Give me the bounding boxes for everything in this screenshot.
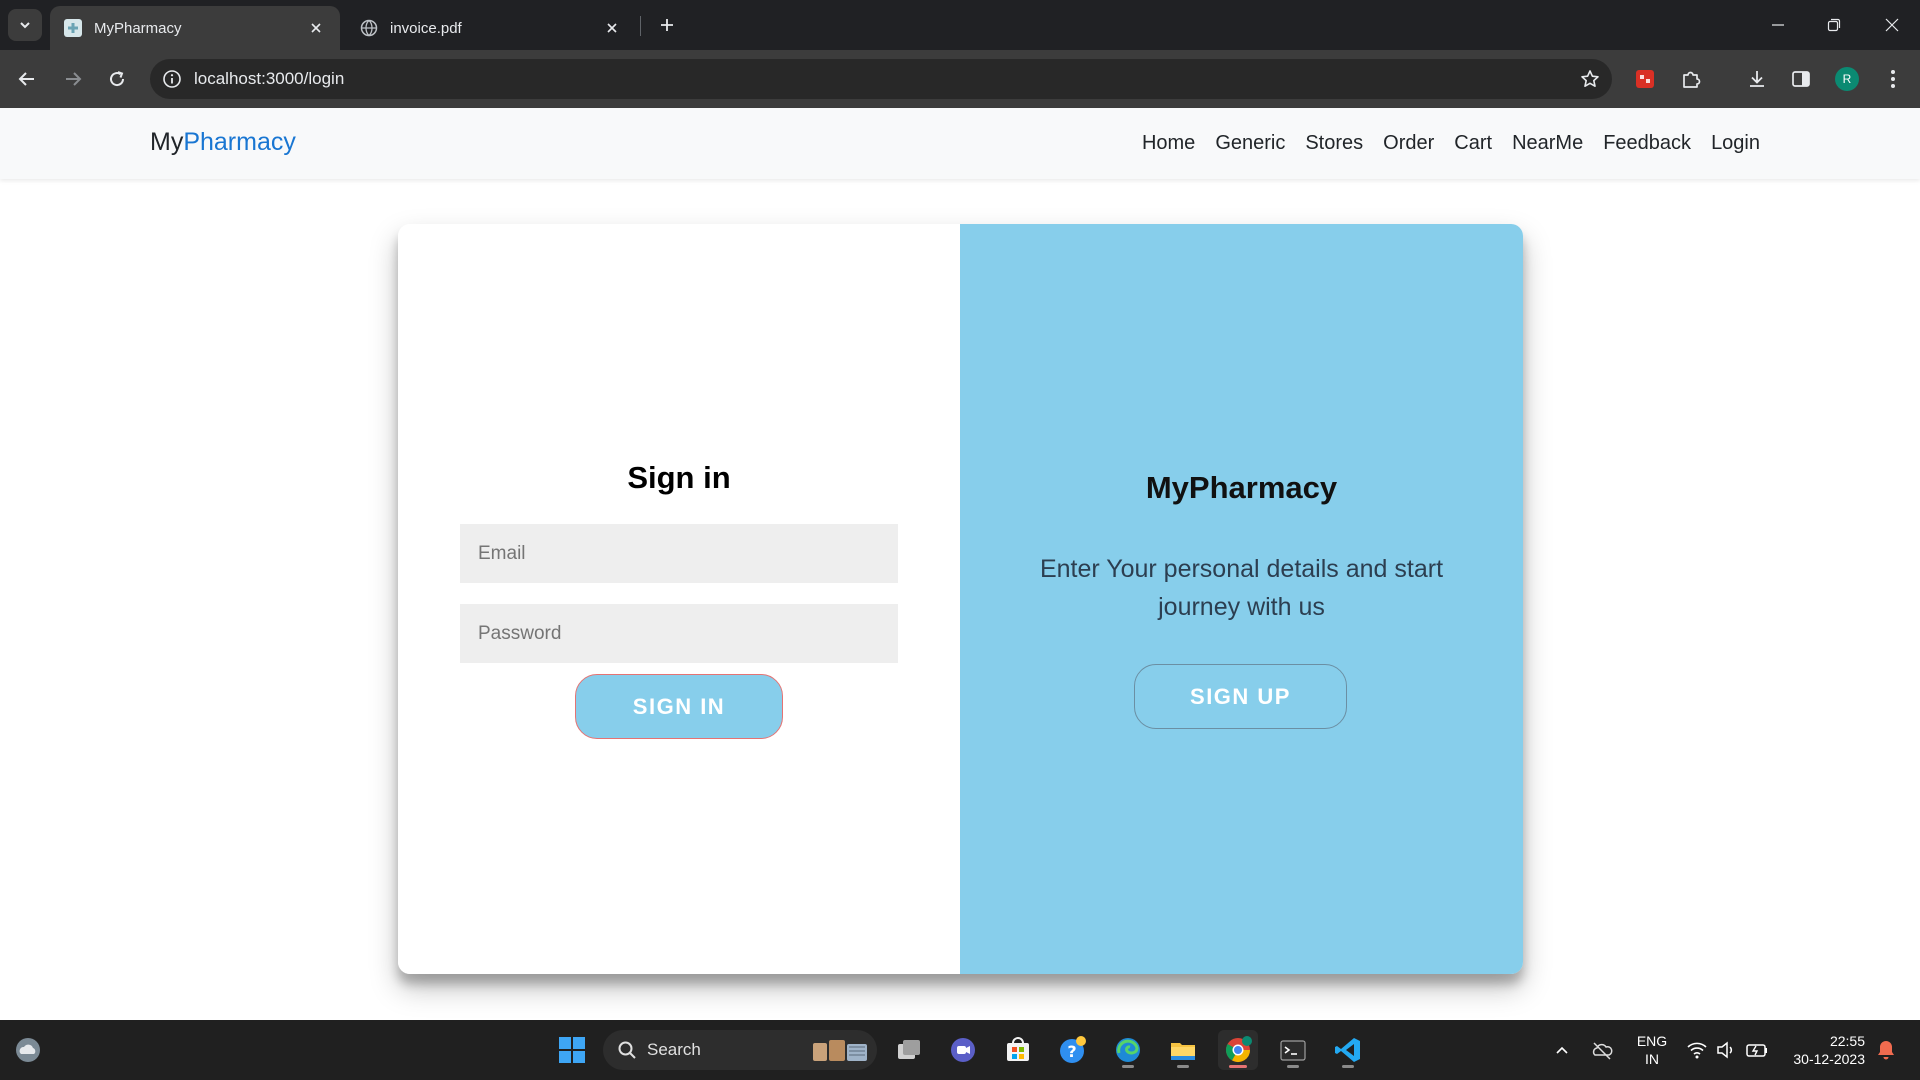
nav-home[interactable]: Home (1142, 132, 1195, 155)
side-panel-icon[interactable] (1784, 62, 1818, 96)
restore-icon (1827, 18, 1841, 32)
edge-browser-icon[interactable] (1108, 1030, 1148, 1070)
running-indicator (1342, 1065, 1354, 1068)
chrome-browser-icon[interactable] (1218, 1030, 1258, 1070)
brand-prefix: My (150, 128, 184, 156)
reload-button[interactable] (100, 62, 134, 96)
language-region: IN (1645, 1051, 1659, 1067)
onedrive-off-icon[interactable] (1582, 1030, 1622, 1070)
nav-order[interactable]: Order (1383, 132, 1434, 155)
start-button[interactable] (552, 1030, 592, 1070)
bookmark-star-icon[interactable] (1568, 69, 1612, 89)
svg-text:?: ? (1067, 1042, 1076, 1061)
url-text[interactable]: localhost:3000/login (194, 69, 1568, 89)
tab-divider (640, 16, 641, 36)
weather-widget-icon[interactable] (8, 1030, 48, 1070)
language-code: ENG (1636, 1033, 1668, 1049)
signup-overlay-panel: MyPharmacy Enter Your personal details a… (960, 224, 1523, 974)
site-navbar: MyPharmacy Home Generic Stores Order Car… (0, 108, 1920, 179)
tab-title: MyPharmacy (94, 19, 182, 37)
close-window-button[interactable] (1872, 8, 1912, 42)
task-view-icon[interactable] (889, 1030, 929, 1070)
nav-nearme[interactable]: NearMe (1512, 132, 1583, 155)
close-tab-icon[interactable] (602, 18, 622, 38)
arrow-right-icon (66, 72, 82, 86)
download-icon[interactable] (1740, 62, 1774, 96)
system-clock[interactable]: 22:55 30-12-2023 (1785, 1020, 1865, 1080)
nav-generic[interactable]: Generic (1215, 132, 1285, 155)
browser-menu-icon[interactable] (1876, 62, 1910, 96)
address-bar[interactable]: localhost:3000/login (150, 59, 1612, 99)
signin-button[interactable]: SIGN IN (575, 674, 783, 739)
tab-title: invoice.pdf (390, 19, 462, 37)
running-indicator (1287, 1065, 1299, 1068)
chevron-down-icon (20, 22, 30, 29)
close-icon (1885, 18, 1899, 32)
extension-puzzle-red-icon[interactable] (1628, 62, 1662, 96)
language-indicator[interactable]: ENG IN (1632, 1020, 1672, 1080)
battery-icon[interactable] (1737, 1030, 1777, 1070)
browser-tab-bar: MyPharmacy invoice.pdf (0, 0, 1920, 50)
back-button[interactable] (10, 62, 44, 96)
new-tab-button[interactable] (652, 10, 682, 40)
signin-title: Sign in (627, 460, 731, 495)
nav-links: Home Generic Stores Order Cart NearMe Fe… (1142, 132, 1760, 155)
plus-icon (661, 19, 673, 31)
site-brand-logo[interactable]: MyPharmacy (150, 128, 296, 157)
profile-initial: R (1835, 67, 1859, 91)
signup-button[interactable]: SIGN UP (1134, 664, 1347, 729)
profile-avatar[interactable]: R (1830, 62, 1864, 96)
overlay-description: Enter Your personal details and start jo… (1039, 555, 1444, 621)
running-indicator (1177, 1065, 1189, 1068)
arrow-left-icon (18, 72, 34, 86)
taskbar-search-box[interactable]: Search (603, 1030, 877, 1070)
password-field[interactable] (460, 604, 898, 663)
search-highlight-icon (813, 1040, 867, 1061)
nav-stores[interactable]: Stores (1305, 132, 1363, 155)
email-field[interactable] (460, 524, 898, 583)
tab-invoice[interactable]: invoice.pdf (346, 6, 636, 50)
browser-toolbar: localhost:3000/login R (0, 50, 1920, 140)
search-icon (618, 1041, 636, 1059)
minimize-icon (1772, 24, 1784, 26)
extensions-icon[interactable] (1674, 62, 1708, 96)
login-card: Sign in SIGN IN MyPharmacy Enter Your pe… (398, 224, 1523, 974)
notification-bell-icon[interactable] (1866, 1030, 1906, 1070)
overlay-title: MyPharmacy (1145, 470, 1338, 505)
reload-icon (110, 71, 125, 87)
file-explorer-icon[interactable] (1163, 1030, 1203, 1070)
get-help-icon[interactable]: ? (1053, 1030, 1093, 1070)
running-indicator (1229, 1065, 1247, 1068)
microsoft-store-icon[interactable] (998, 1030, 1038, 1070)
clock-date: 30-12-2023 (1793, 1051, 1865, 1067)
site-info-icon[interactable] (150, 69, 194, 89)
show-hidden-icons-chevron-icon[interactable] (1542, 1030, 1582, 1070)
minimize-button[interactable] (1758, 8, 1798, 42)
search-label: Search (647, 1040, 701, 1059)
vscode-icon[interactable] (1328, 1030, 1368, 1070)
terminal-icon[interactable] (1273, 1030, 1313, 1070)
windows-logo-icon (559, 1037, 585, 1063)
tab-mypharmacy[interactable]: MyPharmacy (50, 6, 340, 50)
tab-search-button[interactable] (8, 9, 42, 41)
nav-cart[interactable]: Cart (1454, 132, 1492, 155)
pharmacy-favicon-icon (64, 19, 82, 37)
windows-taskbar: Search ? ENG IN 22:55 30-12-2023 (0, 1020, 1920, 1080)
nav-feedback[interactable]: Feedback (1603, 132, 1691, 155)
running-indicator (1122, 1065, 1134, 1068)
signin-panel: Sign in SIGN IN (398, 224, 960, 974)
brand-accent: Pharmacy (183, 128, 296, 156)
clock-time: 22:55 (1829, 1033, 1865, 1049)
forward-button[interactable] (56, 62, 90, 96)
restore-button[interactable] (1814, 8, 1854, 42)
close-tab-icon[interactable] (306, 18, 326, 38)
teams-chat-icon[interactable] (943, 1030, 983, 1070)
globe-icon (360, 19, 378, 37)
nav-login[interactable]: Login (1711, 132, 1760, 155)
